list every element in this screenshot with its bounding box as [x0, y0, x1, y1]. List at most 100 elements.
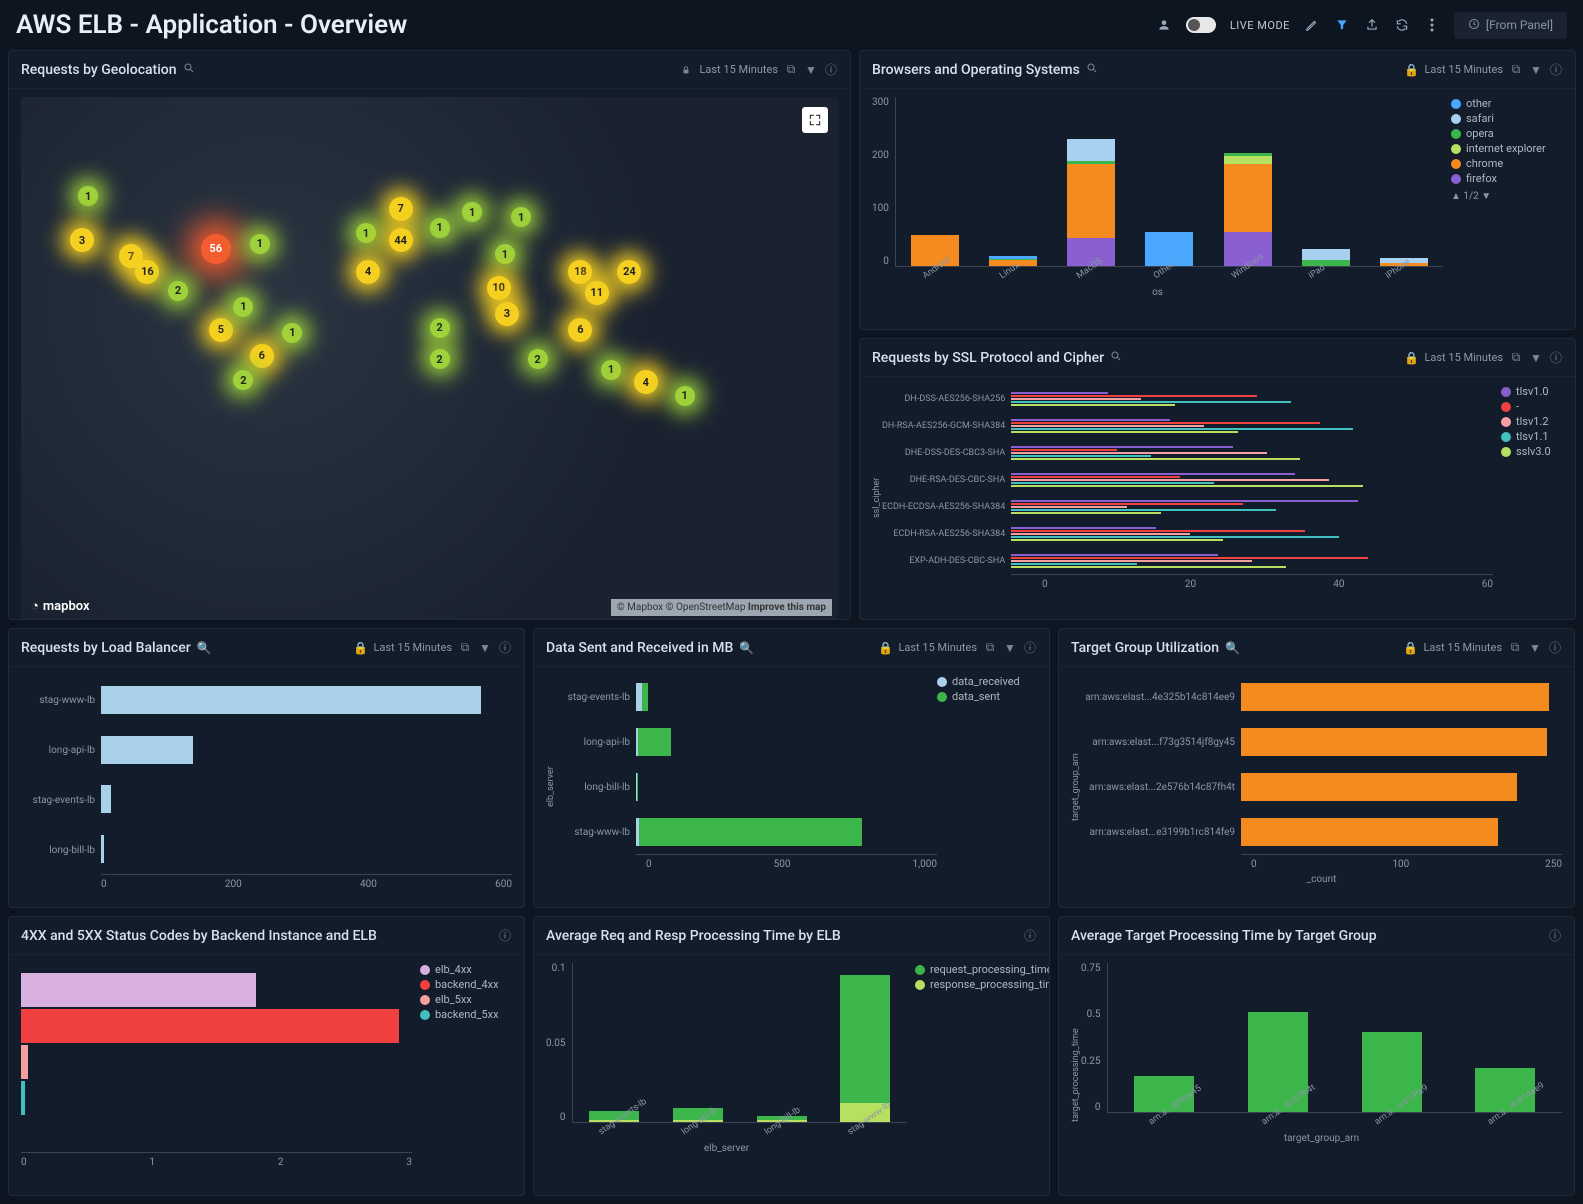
filter-icon[interactable]: ▼	[478, 641, 492, 655]
x-axis-labels: 05001,000	[556, 859, 937, 870]
panel-header: Browsers and Operating Systems 🔒 Last 15…	[860, 51, 1575, 89]
magnify-icon[interactable]	[1110, 350, 1122, 365]
user-icon[interactable]	[1156, 17, 1172, 33]
chart-area[interactable]	[101, 675, 512, 875]
map-marker[interactable]: 5	[209, 318, 233, 342]
map-marker[interactable]: 1	[462, 202, 482, 222]
map-marker[interactable]: 16	[135, 260, 159, 284]
fullscreen-icon[interactable]	[802, 107, 828, 133]
map-marker[interactable]: 4	[634, 370, 658, 394]
map-marker[interactable]: 1	[78, 186, 98, 206]
panel-tg-util: Target Group Utilization 🔍 🔒 Last 15 Min…	[1058, 628, 1575, 908]
panel-title: 4XX and 5XX Status Codes by Backend Inst…	[21, 928, 377, 944]
clock-icon	[1468, 18, 1480, 33]
legend: elb_4xxbackend_4xxelb_5xxbackend_5xx	[412, 963, 512, 1187]
map-marker[interactable]: 10	[487, 276, 511, 300]
chart-area[interactable]	[895, 97, 1443, 267]
filter-icon[interactable]: ▼	[1529, 351, 1543, 365]
map-marker[interactable]: 1	[356, 223, 376, 243]
lock-icon: 🔒	[1404, 351, 1418, 365]
chart-area[interactable]	[1107, 963, 1563, 1113]
legend: request_processing_timeresponse_processi…	[907, 963, 1037, 1187]
map-marker[interactable]: 6	[568, 318, 592, 342]
chart-area[interactable]	[572, 963, 908, 1123]
x-axis-title: elb_server	[546, 1143, 907, 1154]
info-icon[interactable]: ⓘ	[1548, 927, 1562, 944]
map-marker[interactable]: 1	[430, 218, 450, 238]
y-axis-title: target_processing_time	[1071, 963, 1081, 1187]
filter-icon[interactable]: ▼	[1529, 63, 1543, 77]
time-range-selector[interactable]: [From Panel]	[1454, 12, 1567, 39]
panel-body: ssl_cipher DH-DSS-AES256-SHA256DH-RSA-AE…	[860, 377, 1575, 619]
info-icon[interactable]: ⓘ	[1023, 639, 1037, 656]
map-marker[interactable]: 24	[617, 260, 641, 284]
chart-area[interactable]	[21, 963, 412, 1153]
map-marker[interactable]: 18	[568, 260, 592, 284]
refresh-icon[interactable]	[1394, 17, 1410, 33]
panel-title: Requests by Geolocation	[21, 62, 177, 78]
map-marker[interactable]: 44	[389, 228, 413, 252]
map-marker[interactable]: 2	[168, 281, 188, 301]
panel-title: Browsers and Operating Systems	[872, 62, 1080, 78]
magnify-icon[interactable]: 🔍	[1225, 641, 1240, 655]
filter-icon[interactable]: ▼	[804, 63, 818, 77]
info-icon[interactable]: ⓘ	[1023, 927, 1037, 944]
map-marker[interactable]: 1	[233, 297, 253, 317]
copy-icon[interactable]: ⧉	[458, 640, 472, 655]
more-icon[interactable]	[1424, 17, 1440, 33]
info-icon[interactable]: ⓘ	[1548, 639, 1562, 656]
map-marker[interactable]: 6	[250, 344, 274, 368]
panel-header: Requests by Load Balancer 🔍 🔒 Last 15 Mi…	[9, 629, 524, 667]
map-marker[interactable]: 2	[528, 349, 548, 369]
panel-body: stag-www-lblong-api-lbstag-events-lblong…	[9, 667, 524, 907]
share-icon[interactable]	[1364, 17, 1380, 33]
map-marker[interactable]: 4	[356, 260, 380, 284]
info-icon[interactable]: ⓘ	[498, 639, 512, 656]
live-mode-toggle[interactable]	[1186, 17, 1216, 33]
filter-icon[interactable]: ▼	[1003, 641, 1017, 655]
magnify-icon[interactable]: 🔍	[197, 641, 212, 655]
live-mode-label: LIVE MODE	[1230, 19, 1290, 32]
info-icon[interactable]: ⓘ	[498, 927, 512, 944]
chart-area[interactable]	[1011, 385, 1493, 575]
map-marker[interactable]: 1	[675, 386, 695, 406]
info-icon[interactable]: ⓘ	[1549, 61, 1563, 78]
dashboard-title: AWS ELB - Application - Overview	[16, 10, 1142, 40]
info-icon[interactable]: ⓘ	[1549, 349, 1563, 366]
magnify-icon[interactable]: 🔍	[739, 641, 754, 655]
copy-icon[interactable]: ⧉	[1509, 350, 1523, 365]
x-axis-title: _count	[1081, 874, 1562, 885]
map-marker[interactable]: 1	[601, 360, 621, 380]
map-marker[interactable]: 1	[511, 207, 531, 227]
improve-map-link[interactable]: Improve this map	[748, 602, 826, 613]
copy-icon[interactable]: ⧉	[784, 62, 798, 77]
map-marker[interactable]: 3	[495, 302, 519, 326]
map-marker[interactable]: 2	[430, 349, 450, 369]
map-marker[interactable]: 7	[389, 197, 413, 221]
map-marker[interactable]: 1	[250, 234, 270, 254]
x-axis-labels: 0123	[21, 1157, 412, 1168]
panel-title: Average Target Processing Time by Target…	[1071, 928, 1377, 944]
x-axis-labels: 0204060	[882, 579, 1493, 590]
copy-icon[interactable]: ⧉	[1508, 640, 1522, 655]
map-marker[interactable]: 3	[70, 228, 94, 252]
filter-icon[interactable]: ▼	[1528, 641, 1542, 655]
map-marker[interactable]: 56	[201, 234, 231, 264]
map-marker[interactable]: 11	[585, 281, 609, 305]
chart-area[interactable]	[636, 675, 937, 855]
panel-header: Requests by Geolocation Last 15 Minutes …	[9, 51, 850, 89]
map-marker[interactable]: 2	[430, 318, 450, 338]
filter-icon[interactable]	[1334, 17, 1350, 33]
x-axis-title: os	[872, 287, 1443, 298]
magnify-icon[interactable]	[183, 62, 195, 77]
edit-icon[interactable]	[1304, 17, 1320, 33]
magnify-icon[interactable]	[1086, 62, 1098, 77]
map-marker[interactable]: 2	[233, 370, 253, 390]
copy-icon[interactable]: ⧉	[1509, 62, 1523, 77]
chart-area[interactable]	[1241, 675, 1562, 855]
map-marker[interactable]: 1	[282, 323, 302, 343]
map-marker[interactable]: 1	[495, 244, 515, 264]
info-icon[interactable]: ⓘ	[824, 61, 838, 78]
copy-icon[interactable]: ⧉	[983, 640, 997, 655]
world-map[interactable]: ◔ mapbox © Mapbox © OpenStreetMap Improv…	[21, 97, 838, 620]
